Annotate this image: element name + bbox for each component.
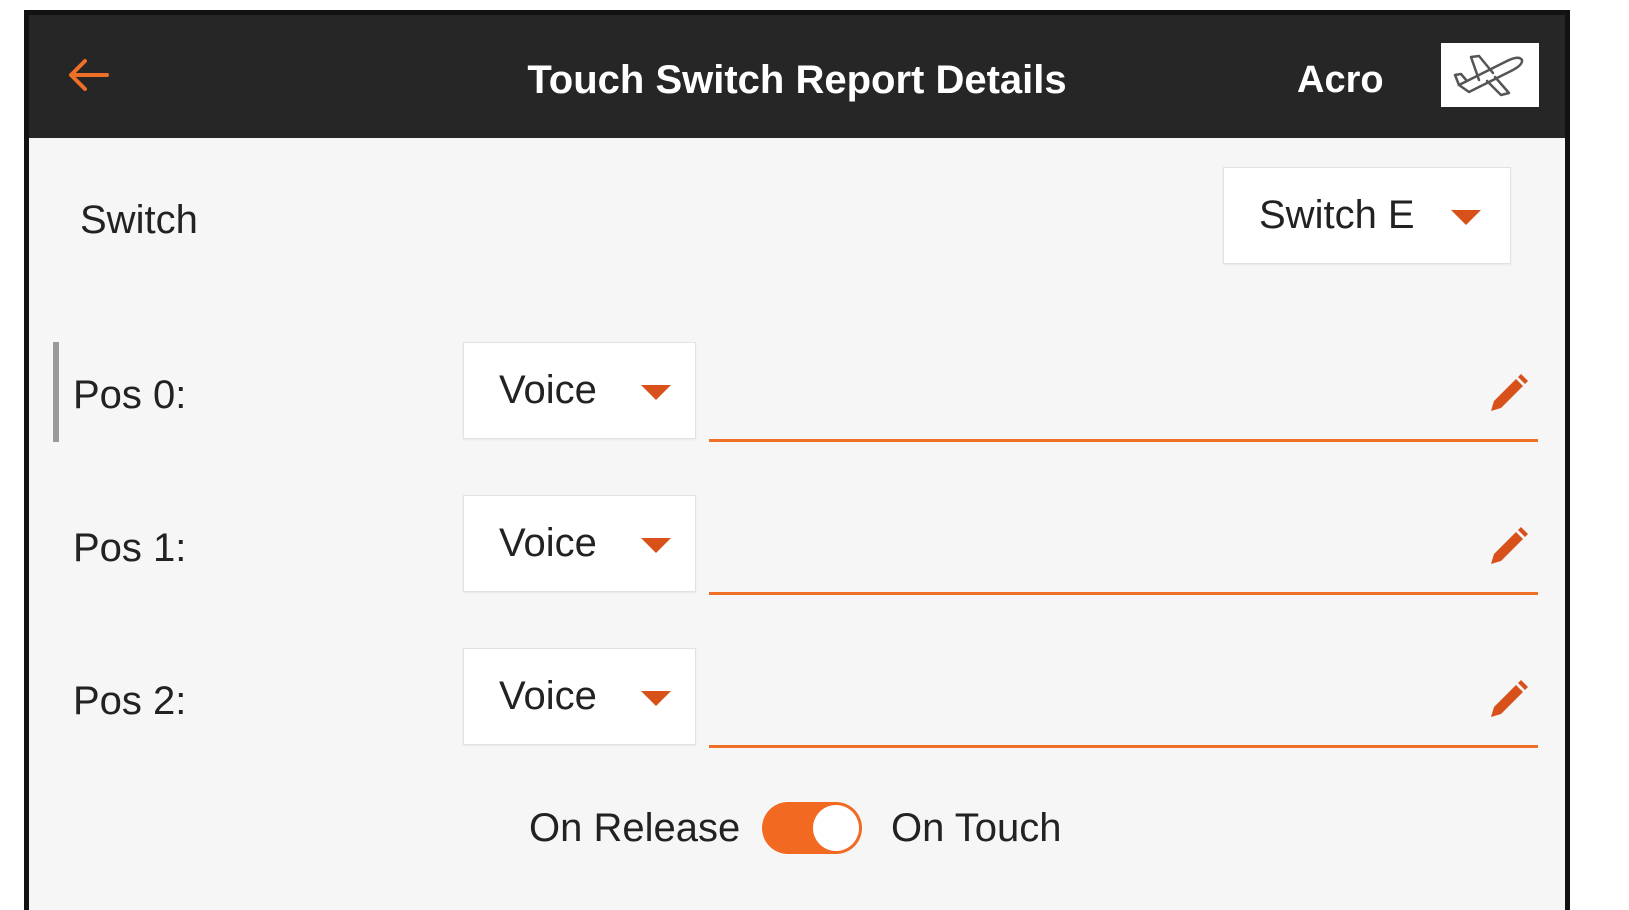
- pos-0-type-value: Voice: [499, 368, 597, 412]
- app-screen: Touch Switch Report Details Acro Switch …: [24, 10, 1570, 910]
- toggle-knob: [813, 805, 859, 851]
- pos-1-text-field[interactable]: [709, 528, 1538, 595]
- switch-select[interactable]: Switch E: [1223, 167, 1511, 264]
- arrow-left-icon: [69, 59, 109, 91]
- pos-0-label: Pos 0:: [73, 373, 187, 417]
- switch-select-value: Switch E: [1259, 193, 1415, 237]
- pos-1-type-value: Voice: [499, 521, 597, 565]
- pencil-icon[interactable]: [1485, 677, 1529, 721]
- pos-2-type-value: Voice: [499, 674, 597, 718]
- chevron-down-icon: [641, 538, 671, 553]
- model-type-button[interactable]: [1441, 43, 1539, 107]
- pos-2-text-field[interactable]: [709, 681, 1538, 748]
- pos-1-type-select[interactable]: Voice: [463, 495, 696, 592]
- trigger-toggle[interactable]: [762, 802, 862, 854]
- pos-1-label: Pos 1:: [73, 526, 187, 570]
- pencil-icon[interactable]: [1485, 524, 1529, 568]
- pos-2-label: Pos 2:: [73, 679, 187, 723]
- on-release-label: On Release: [529, 806, 741, 850]
- model-name: Acro: [1297, 59, 1384, 101]
- back-button[interactable]: [65, 55, 111, 95]
- chevron-down-icon: [641, 691, 671, 706]
- pencil-icon[interactable]: [1485, 371, 1529, 415]
- switch-label: Switch: [80, 198, 198, 242]
- chevron-down-icon: [1451, 210, 1481, 225]
- on-touch-label: On Touch: [891, 806, 1062, 850]
- pos-2-type-select[interactable]: Voice: [463, 648, 696, 745]
- chevron-down-icon: [641, 385, 671, 400]
- row-selection-indicator: [53, 342, 59, 442]
- header-bar: Touch Switch Report Details Acro: [29, 15, 1565, 138]
- pos-0-text-field[interactable]: [709, 375, 1538, 442]
- pos-0-type-select[interactable]: Voice: [463, 342, 696, 439]
- airplane-icon: [1453, 54, 1524, 97]
